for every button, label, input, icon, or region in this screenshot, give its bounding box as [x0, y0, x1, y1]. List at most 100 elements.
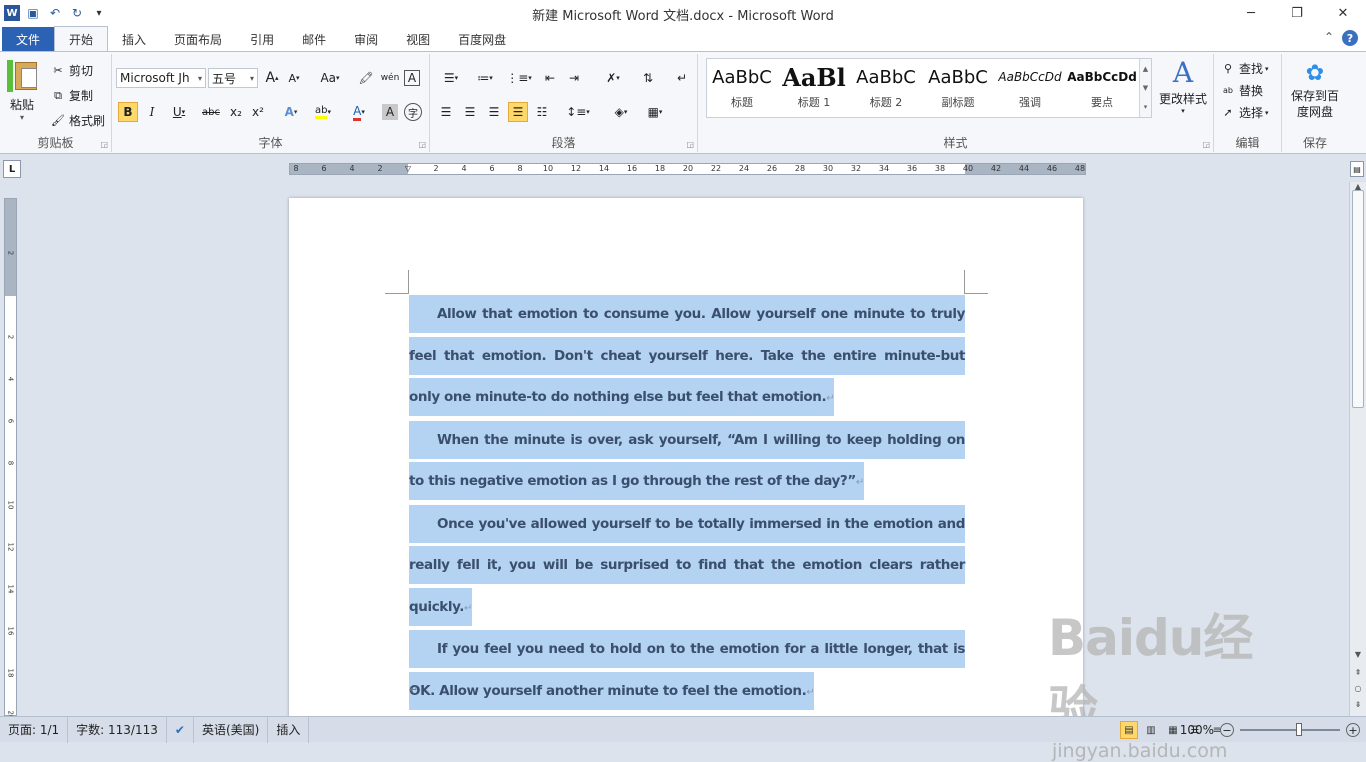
dialog-launcher-icon[interactable]: ◲: [100, 140, 108, 149]
zoom-out-icon[interactable]: −: [1220, 723, 1234, 737]
change-styles-button[interactable]: A 更改样式 ▾: [1157, 58, 1209, 116]
help-icon[interactable]: ?: [1342, 30, 1358, 46]
minimize-button[interactable]: ─: [1228, 0, 1274, 26]
browse-object-icon[interactable]: ○: [1350, 684, 1366, 693]
highlight-color-button[interactable]: ab ▾: [308, 102, 338, 122]
sort-icon[interactable]: ⇅: [638, 68, 658, 88]
zoom-slider[interactable]: [1240, 723, 1340, 736]
previous-page-icon[interactable]: ⇞: [1350, 668, 1366, 677]
format-painter-button[interactable]: 🖌 格式刷: [50, 112, 105, 129]
style-subtitle[interactable]: AaBbC 副标题: [923, 63, 993, 110]
superscript-button[interactable]: x²: [248, 102, 268, 122]
line-spacing-icon[interactable]: ↕≡ ▾: [564, 102, 592, 122]
dialog-launcher-icon[interactable]: ◲: [1202, 140, 1210, 149]
justify-icon[interactable]: ☰: [508, 102, 528, 122]
tab-mailings[interactable]: 邮件: [288, 27, 340, 51]
paragraph[interactable]: When the minute is over, ask yourself, “…: [409, 420, 965, 504]
dialog-launcher-icon[interactable]: ◲: [418, 140, 426, 149]
print-layout-icon[interactable]: ▤: [1120, 721, 1138, 739]
style-heading-1[interactable]: AaBl 标题 1: [779, 63, 849, 110]
character-border-icon[interactable]: A: [404, 70, 420, 86]
enclose-characters-button[interactable]: 字: [404, 103, 422, 121]
vertical-scrollbar[interactable]: ▲ ▼ ⇞ ○ ⇟: [1349, 182, 1366, 716]
distributed-icon[interactable]: ☷: [532, 102, 552, 122]
paragraph[interactable]: Once you've allowed yourself to be total…: [409, 504, 965, 630]
font-color-button[interactable]: A ▾: [344, 102, 374, 122]
font-size-combo[interactable]: 五号 ▾: [208, 68, 258, 88]
restore-button[interactable]: ❐: [1274, 0, 1320, 26]
scroll-down-icon[interactable]: ▼: [1350, 650, 1366, 659]
borders-icon[interactable]: ▦ ▾: [640, 102, 670, 122]
tab-page-layout[interactable]: 页面布局: [160, 27, 236, 51]
numbering-icon[interactable]: ≔ ▾: [470, 68, 500, 88]
tab-baidu-netdisk[interactable]: 百度网盘: [444, 27, 520, 51]
paste-button[interactable]: 粘贴 ▾: [4, 58, 40, 122]
underline-button[interactable]: U ▾: [166, 102, 192, 122]
increase-indent-icon[interactable]: ⇥: [564, 68, 584, 88]
tab-home[interactable]: 开始: [54, 26, 109, 51]
style-strong[interactable]: AaBbCcDd 要点: [1067, 63, 1137, 110]
tab-references[interactable]: 引用: [236, 27, 288, 51]
font-name-combo[interactable]: Microsoft Jh ▾: [116, 68, 206, 88]
zoom-in-icon[interactable]: +: [1346, 723, 1360, 737]
copy-button[interactable]: ⧉ 复制: [50, 87, 93, 104]
align-left-icon[interactable]: ☰: [436, 102, 456, 122]
save-icon[interactable]: ▣: [24, 4, 42, 22]
clear-format-icon[interactable]: 🖍: [356, 68, 376, 88]
style-title[interactable]: AaBbC 标题: [707, 63, 777, 110]
save-to-baidu-button[interactable]: ✿ 保存到百度网盘: [1284, 60, 1346, 120]
character-shading-button[interactable]: A: [382, 104, 398, 120]
tab-view[interactable]: 视图: [392, 27, 444, 51]
vertical-ruler[interactable]: 2 2 4 6 8 10 12 14 16 18 20: [4, 198, 17, 719]
zoom-thumb[interactable]: [1296, 723, 1302, 736]
grow-font-button[interactable]: A ▴: [262, 68, 282, 88]
cut-button[interactable]: ✂ 剪切: [50, 62, 93, 79]
full-screen-reading-icon[interactable]: ▥: [1142, 721, 1160, 739]
minimize-ribbon-icon[interactable]: ⌃: [1324, 30, 1334, 46]
paragraph[interactable]: If you feel you need to hold on to the e…: [409, 629, 965, 713]
align-right-icon[interactable]: ☰: [484, 102, 504, 122]
bullets-icon[interactable]: ☰ ▾: [436, 68, 466, 88]
scroll-thumb[interactable]: [1352, 190, 1364, 408]
shading-icon[interactable]: ◈ ▾: [606, 102, 636, 122]
select-button[interactable]: ➚ 选择 ▾: [1220, 104, 1268, 121]
subscript-button[interactable]: x₂: [226, 102, 246, 122]
proofing-icon[interactable]: ✔: [167, 716, 194, 743]
align-center-icon[interactable]: ☰: [460, 102, 480, 122]
zoom-level[interactable]: 100%: [1180, 723, 1214, 737]
find-button[interactable]: ⚲ 查找 ▾: [1220, 60, 1269, 77]
language[interactable]: 英语(美国): [194, 716, 269, 743]
undo-icon[interactable]: ↶: [46, 4, 64, 22]
chinese-layout-icon[interactable]: ✗ ▾: [598, 68, 628, 88]
text-effects-button[interactable]: A ▾: [278, 102, 304, 122]
tab-file[interactable]: 文件: [2, 27, 55, 51]
decrease-indent-icon[interactable]: ⇤: [540, 68, 560, 88]
word-count[interactable]: 字数: 113/113: [68, 716, 167, 743]
document-page[interactable]: Allow that emotion to consume you. Allow…: [289, 198, 1083, 718]
change-case-button[interactable]: Aa ▾: [316, 68, 344, 88]
insert-mode[interactable]: 插入: [268, 716, 310, 743]
document-body[interactable]: Allow that emotion to consume you. Allow…: [409, 294, 965, 713]
style-heading-2[interactable]: AaBbC 标题 2: [851, 63, 921, 110]
paragraph[interactable]: Allow that emotion to consume you. Allow…: [409, 294, 965, 420]
next-page-icon[interactable]: ⇟: [1350, 700, 1366, 709]
multilevel-list-icon[interactable]: ⋮≡ ▾: [504, 68, 534, 88]
tab-selector[interactable]: L: [3, 160, 21, 178]
redo-icon[interactable]: ↻: [68, 4, 86, 22]
tab-review[interactable]: 审阅: [340, 27, 392, 51]
replace-button[interactable]: ab 替换: [1220, 82, 1263, 99]
dialog-launcher-icon[interactable]: ◲: [686, 140, 694, 149]
italic-button[interactable]: I: [142, 102, 162, 122]
strikethrough-button[interactable]: abc: [198, 102, 224, 122]
view-ruler-icon[interactable]: ▤: [1350, 161, 1364, 177]
close-button[interactable]: ✕: [1320, 0, 1366, 26]
bold-button[interactable]: B: [118, 102, 138, 122]
horizontal-ruler[interactable]: 8 6 4 2 ▽ 2 4 6 8 10 12 14 16 18 20 22 24 26 28 30 32 34 36 38 4…: [289, 163, 1086, 175]
show-marks-icon[interactable]: ↵: [672, 68, 692, 88]
style-emphasis[interactable]: AaBbCcDd 强调: [995, 63, 1065, 110]
customize-qat-icon[interactable]: ▾: [90, 4, 108, 22]
tab-insert[interactable]: 插入: [108, 27, 160, 51]
gallery-scroll[interactable]: ▲ ▼ ▾: [1139, 59, 1151, 117]
shrink-font-button[interactable]: A ▾: [284, 68, 304, 88]
page-count[interactable]: 页面: 1/1: [0, 716, 69, 743]
